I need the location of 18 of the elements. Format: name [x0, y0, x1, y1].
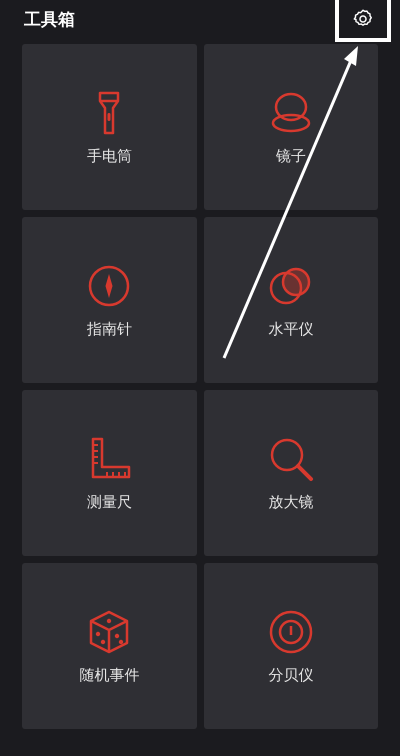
tool-label: 指南针	[86, 320, 132, 338]
tool-label: 放大镜	[268, 492, 314, 512]
tool-label: 分贝仪	[268, 666, 314, 684]
tool-tile[interactable]: 指南针	[22, 217, 196, 383]
tool-tile[interactable]: 手电筒	[22, 44, 196, 210]
tool-tile[interactable]: 放大镜	[204, 390, 378, 556]
tool-label: 测量尺	[86, 492, 132, 512]
tool-tile[interactable]: 分贝仪	[204, 563, 378, 729]
tool-tile[interactable]: 水平仪	[204, 217, 378, 383]
tool-label: 随机事件	[79, 666, 140, 684]
highlight-frame	[335, 0, 391, 42]
tool-label: 水平仪	[268, 320, 314, 338]
tool-label: 镜子	[276, 146, 306, 166]
tool-label: 手电筒	[86, 146, 132, 166]
tool-tile[interactable]: 测量尺	[22, 390, 196, 556]
tool-tile[interactable]: 随机事件	[22, 563, 196, 729]
app-title: 工具箱	[24, 8, 75, 30]
tool-tile[interactable]: 镜子	[204, 44, 378, 210]
